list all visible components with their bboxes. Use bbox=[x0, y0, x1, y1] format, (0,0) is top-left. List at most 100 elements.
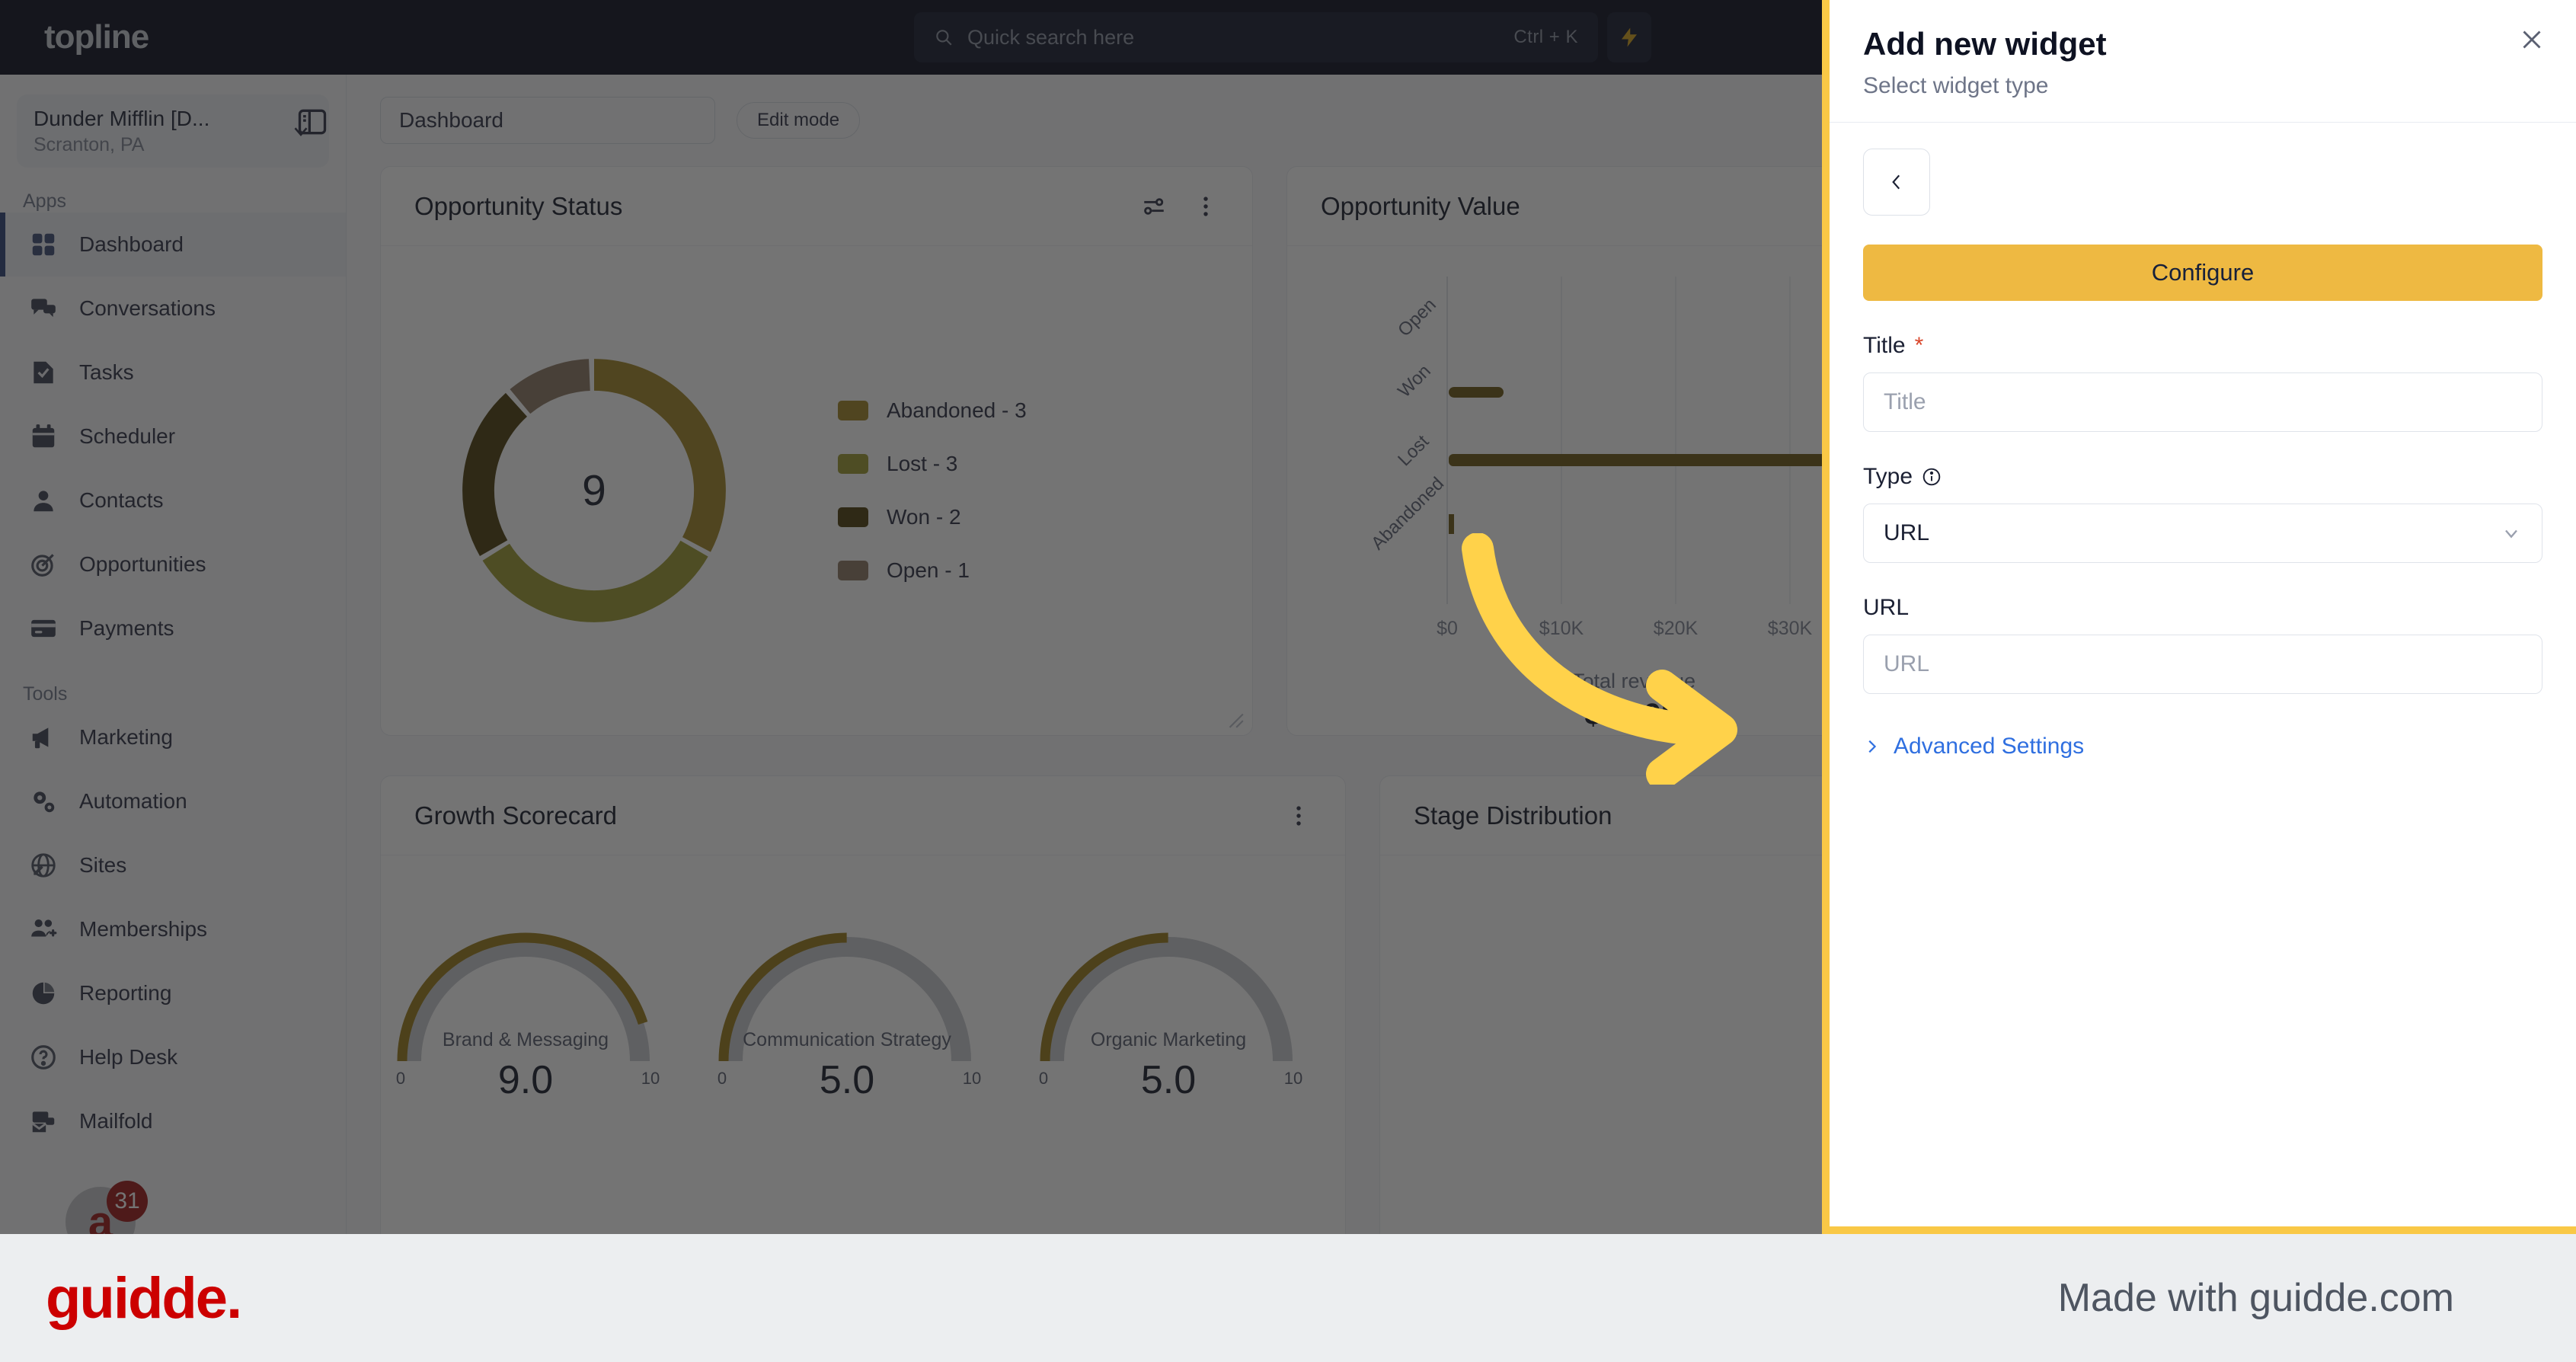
sidebar-item-reporting[interactable]: Reporting bbox=[0, 961, 346, 1025]
sidebar-item-label: Automation bbox=[79, 789, 187, 813]
gauge-max: 10 bbox=[963, 1069, 981, 1088]
sidebar-item-label: Mailfold bbox=[79, 1109, 153, 1133]
target-icon bbox=[31, 554, 54, 577]
field-label-text: Type bbox=[1863, 464, 1913, 489]
quick-search-input[interactable]: Quick search here Ctrl + K bbox=[914, 12, 1598, 62]
search-icon bbox=[936, 30, 952, 46]
sidebar-item-label: Help Desk bbox=[79, 1045, 178, 1069]
advanced-settings-toggle[interactable]: Advanced Settings bbox=[1863, 734, 2542, 759]
field-type: Type URL bbox=[1863, 464, 2542, 563]
y-tick-abandoned: Abandoned bbox=[1367, 473, 1448, 554]
advanced-settings-label: Advanced Settings bbox=[1894, 734, 2085, 759]
card-resize-handle[interactable] bbox=[1225, 709, 1245, 729]
legend-swatch bbox=[838, 401, 868, 420]
sliders-icon[interactable] bbox=[1141, 193, 1167, 219]
total-revenue-caption: Total revenue bbox=[1572, 670, 1695, 692]
legend-label: Won - 2 bbox=[887, 505, 961, 529]
legend-label: Abandoned - 3 bbox=[887, 398, 1027, 422]
modal-header: Add new widget Select widget type bbox=[1830, 0, 2576, 123]
modal-subtitle: Select widget type bbox=[1863, 73, 2049, 98]
sidebar-item-label: Opportunities bbox=[79, 552, 206, 576]
sidebar-item-scheduler[interactable]: Scheduler bbox=[0, 404, 346, 468]
kebab-menu-icon[interactable] bbox=[1286, 803, 1312, 829]
y-tick-lost: Lost bbox=[1394, 431, 1433, 470]
notification-badge: 31 bbox=[107, 1181, 148, 1222]
organization-location: Scranton, PA bbox=[34, 133, 145, 155]
sidebar-item-payments[interactable]: Payments bbox=[0, 596, 346, 660]
search-area: Quick search here Ctrl + K bbox=[914, 12, 1651, 62]
sidebar-item-label: Memberships bbox=[79, 917, 208, 941]
panel-toggle-icon[interactable] bbox=[296, 105, 329, 139]
sidebar-item-conversations[interactable]: Conversations bbox=[0, 277, 346, 340]
type-select-value: URL bbox=[1884, 520, 1930, 545]
sidebar-item-help-desk[interactable]: Help Desk bbox=[0, 1025, 346, 1089]
title-input[interactable]: Title bbox=[1863, 372, 2542, 432]
card-title: Opportunity Value bbox=[1321, 191, 1520, 220]
card-opportunity-status: Opportunity Status 9 Abandoned - 3 Lost … bbox=[380, 166, 1253, 736]
sidebar-item-dashboard[interactable]: Dashboard bbox=[0, 213, 346, 277]
organization-switcher[interactable]: Dunder Mifflin [D... Scranton, PA bbox=[17, 94, 329, 168]
add-widget-modal: Add new widget Select widget type Config… bbox=[1822, 0, 2576, 1234]
donut-legend: Abandoned - 3 Lost - 3 Won - 2 Open - 1 bbox=[838, 398, 1027, 583]
edit-mode-button[interactable]: Edit mode bbox=[737, 102, 861, 139]
gauge-max: 10 bbox=[1284, 1069, 1302, 1088]
url-input[interactable]: URL bbox=[1863, 635, 2542, 694]
gauge-min: 0 bbox=[1039, 1069, 1048, 1088]
card-title: Growth Scorecard bbox=[414, 801, 617, 830]
sidebar-item-mailfold[interactable]: Mailfold bbox=[0, 1089, 346, 1153]
legend-label: Open - 1 bbox=[887, 558, 970, 582]
globe-arrow-icon bbox=[31, 853, 56, 878]
made-with-text: Made with guidde.com bbox=[2057, 1276, 2454, 1320]
gauge-brand-messaging: Brand & Messaging 9.0 0 10 bbox=[396, 932, 660, 1102]
search-shortcut-hint: Ctrl + K bbox=[1513, 27, 1578, 47]
guidde-footer: guidde. Made with guidde.com bbox=[0, 1234, 2576, 1362]
legend-item: Abandoned - 3 bbox=[838, 398, 1027, 423]
quick-actions-button[interactable] bbox=[1607, 12, 1651, 62]
sidebar-item-contacts[interactable]: Contacts bbox=[0, 468, 346, 532]
gauge-label: Brand & Messaging bbox=[443, 1029, 609, 1050]
sidebar-item-automation[interactable]: Automation bbox=[0, 769, 346, 833]
sidebar-item-memberships[interactable]: Memberships bbox=[0, 897, 346, 961]
sidebar-item-label: Payments bbox=[79, 616, 174, 640]
gauge-value: 9.0 bbox=[498, 1058, 553, 1102]
field-title: Title * Title bbox=[1863, 333, 2542, 432]
question-circle-icon bbox=[31, 1045, 56, 1069]
bar-won bbox=[1449, 387, 1504, 398]
field-url: URL URL bbox=[1863, 595, 2542, 694]
sidebar-item-tasks[interactable]: Tasks bbox=[0, 340, 346, 404]
sidebar-item-marketing[interactable]: Marketing bbox=[0, 705, 346, 769]
bar-abandoned bbox=[1449, 514, 1454, 534]
sidebar-item-label: Marketing bbox=[79, 725, 173, 749]
gauge-organic-marketing: Organic Marketing 5.0 0 10 bbox=[1039, 932, 1302, 1102]
legend-swatch bbox=[838, 561, 868, 580]
topline-logo: topline bbox=[44, 18, 149, 56]
chevron-down-icon bbox=[2505, 529, 2517, 539]
modal-title: Add new widget bbox=[1863, 26, 2107, 62]
info-icon[interactable] bbox=[1922, 467, 1942, 487]
card-header: Growth Scorecard bbox=[381, 776, 1345, 855]
close-icon[interactable] bbox=[2518, 26, 2546, 53]
task-check-icon bbox=[34, 361, 53, 384]
left-sidebar: Dunder Mifflin [D... Scranton, PA Apps D… bbox=[0, 75, 347, 1257]
configure-button[interactable]: Configure bbox=[1863, 245, 2542, 301]
dashboard-selector[interactable]: Dashboard bbox=[380, 97, 715, 144]
chevron-left-icon bbox=[1892, 174, 1900, 190]
calendar-icon bbox=[32, 424, 55, 448]
card-actions bbox=[1286, 803, 1312, 829]
x-tick-3: $30K bbox=[1768, 618, 1813, 639]
sidebar-item-opportunities[interactable]: Opportunities bbox=[0, 532, 346, 596]
sidebar-item-sites[interactable]: Sites bbox=[0, 833, 346, 897]
sidebar-item-label: Reporting bbox=[79, 981, 172, 1005]
kebab-menu-icon[interactable] bbox=[1193, 193, 1219, 219]
legend-label: Lost - 3 bbox=[887, 452, 958, 475]
donut-center-total: 9 bbox=[582, 466, 606, 515]
sidebar-item-label: Sites bbox=[79, 853, 127, 877]
sidebar-item-label: Scheduler bbox=[79, 424, 176, 448]
legend-item: Open - 1 bbox=[838, 558, 1027, 583]
gauge-communication-strategy: Communication Strategy 5.0 0 10 bbox=[718, 932, 981, 1102]
total-revenue-value: $42.9K bbox=[1585, 698, 1683, 731]
field-label: URL bbox=[1863, 595, 2542, 621]
type-select[interactable]: URL bbox=[1863, 504, 2542, 563]
back-button[interactable] bbox=[1863, 149, 1930, 216]
gauge-value: 5.0 bbox=[1141, 1058, 1196, 1102]
